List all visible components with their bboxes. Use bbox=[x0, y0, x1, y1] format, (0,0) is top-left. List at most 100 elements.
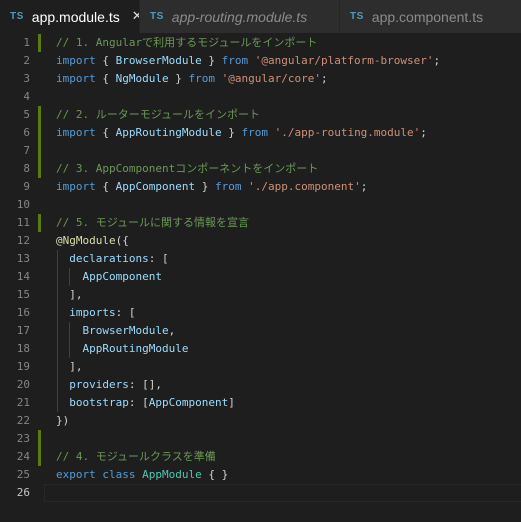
line-number: 10 bbox=[16, 198, 30, 211]
code-line[interactable]: 15 ], bbox=[0, 286, 521, 304]
code-text: export class AppModule { } bbox=[56, 466, 228, 484]
code-token: { bbox=[95, 126, 116, 139]
code-area[interactable]: 1 // 1. Angularで利用するモジュールをインポート 2 import { … bbox=[0, 34, 521, 522]
code-line[interactable]: 17 BrowserModule, bbox=[0, 322, 521, 340]
tab-app-module[interactable]: TS app.module.ts ✕ bbox=[0, 0, 140, 33]
line-number: 12 bbox=[16, 234, 30, 247]
code-line[interactable]: 6 import { AppRoutingModule } from './app… bbox=[0, 124, 521, 142]
code-line[interactable]: 3 import { NgModule } from '@angular/core… bbox=[0, 70, 521, 88]
code-line[interactable]: 12 @NgModule({ bbox=[0, 232, 521, 250]
code-token: { bbox=[95, 180, 116, 193]
code-text: @NgModule({ bbox=[56, 232, 129, 250]
code-text: imports: [ bbox=[56, 304, 135, 322]
line-number: 23 bbox=[16, 432, 30, 445]
code-line[interactable]: 26 bbox=[0, 484, 521, 502]
code-token: // 2. ルーターモジュールをインポート bbox=[56, 108, 260, 121]
git-modified-indicator bbox=[38, 430, 41, 448]
code-line[interactable]: 10 bbox=[0, 196, 521, 214]
code-token: : [ bbox=[148, 252, 169, 265]
line-number: 25 bbox=[16, 468, 30, 481]
code-token: BrowserModule bbox=[82, 324, 169, 337]
line-number: 4 bbox=[23, 90, 30, 103]
code-token: // 1. Angularで利用するモジュールをインポート bbox=[56, 36, 318, 49]
code-text: declarations: [ bbox=[56, 250, 169, 268]
git-modified-indicator bbox=[38, 142, 41, 160]
line-number: 14 bbox=[16, 270, 30, 283]
code-line[interactable]: 8 // 3. AppComponentコンポーネントをインポート bbox=[0, 160, 521, 178]
code-token: AppComponent bbox=[115, 180, 196, 193]
code-token: // 4. モジュールクラスを準備 bbox=[56, 450, 216, 463]
code-token: ] bbox=[228, 396, 235, 409]
code-text: import { AppRoutingModule } from './app-… bbox=[56, 124, 427, 142]
code-token: // 3. AppComponentコンポーネントをインポート bbox=[56, 162, 319, 175]
code-token: ; bbox=[320, 72, 328, 85]
code-line[interactable]: 16 imports: [ bbox=[0, 304, 521, 322]
code-token: ], bbox=[56, 360, 83, 373]
code-token: // 5. モジュールに関する情報を宣言 bbox=[56, 216, 249, 229]
code-line[interactable]: 18 AppRoutingModule bbox=[0, 340, 521, 358]
tab-label: app.module.ts bbox=[31, 8, 120, 25]
line-number: 21 bbox=[16, 396, 30, 409]
code-token: : [], bbox=[128, 378, 162, 391]
code-text: providers: [], bbox=[56, 376, 162, 394]
close-icon[interactable]: ✕ bbox=[132, 9, 139, 24]
code-text: // 2. ルーターモジュールをインポート bbox=[56, 106, 260, 124]
code-line[interactable]: 9 import { AppComponent } from './app.com… bbox=[0, 178, 521, 196]
code-token: { } bbox=[201, 468, 229, 481]
code-token: }) bbox=[56, 414, 70, 427]
tab-label: app.component.ts bbox=[371, 8, 484, 25]
line-number: 1 bbox=[23, 36, 30, 49]
code-line[interactable]: 14 AppComponent bbox=[0, 268, 521, 286]
line-number: 15 bbox=[16, 288, 30, 301]
code-line[interactable]: 23 bbox=[0, 430, 521, 448]
code-editor: TS app.module.ts ✕ TS app-routing.module… bbox=[0, 0, 521, 522]
code-line[interactable]: 19 ], bbox=[0, 358, 521, 376]
typescript-icon: TS bbox=[10, 11, 24, 22]
code-line[interactable]: 11 // 5. モジュールに関する情報を宣言 bbox=[0, 214, 521, 232]
code-line[interactable]: 13 declarations: [ bbox=[0, 250, 521, 268]
git-modified-indicator bbox=[38, 160, 41, 178]
code-text: // 1. Angularで利用するモジュールをインポート bbox=[56, 34, 317, 52]
code-token: ; bbox=[360, 180, 368, 193]
code-line[interactable]: 24 // 4. モジュールクラスを準備 bbox=[0, 448, 521, 466]
code-line[interactable]: 4 bbox=[0, 88, 521, 106]
line-number: 16 bbox=[16, 306, 30, 319]
line-number: 20 bbox=[16, 378, 30, 391]
code-text: ], bbox=[56, 286, 82, 304]
code-token: import bbox=[56, 54, 96, 67]
line-number: 19 bbox=[16, 360, 30, 373]
tab-app-routing-module[interactable]: TS app-routing.module.ts bbox=[140, 0, 340, 33]
code-line[interactable]: 21 bootstrap: [AppComponent] bbox=[0, 394, 521, 412]
tab-app-component[interactable]: TS app.component.ts bbox=[340, 0, 521, 33]
code-token: import bbox=[56, 180, 96, 193]
line-number: 17 bbox=[16, 324, 30, 337]
code-token: { bbox=[95, 54, 116, 67]
code-line[interactable]: 25 export class AppModule { } bbox=[0, 466, 521, 484]
code-token: AppComponent bbox=[82, 270, 162, 283]
code-line[interactable]: 1 // 1. Angularで利用するモジュールをインポート bbox=[0, 34, 521, 52]
code-token: class bbox=[102, 468, 136, 481]
code-text: AppRoutingModule bbox=[56, 340, 189, 358]
code-line[interactable]: 5 // 2. ルーターモジュールをインポート bbox=[0, 106, 521, 124]
git-modified-indicator bbox=[38, 448, 41, 466]
code-token: : [ bbox=[128, 396, 149, 409]
git-modified-indicator bbox=[38, 106, 41, 124]
code-token: NgModule bbox=[115, 72, 169, 85]
code-line[interactable]: 22}) bbox=[0, 412, 521, 430]
code-text: // 5. モジュールに関する情報を宣言 bbox=[56, 214, 249, 232]
code-text: // 3. AppComponentコンポーネントをインポート bbox=[56, 160, 318, 178]
code-line[interactable]: 7 bbox=[0, 142, 521, 160]
code-line[interactable]: 20 providers: [], bbox=[0, 376, 521, 394]
code-line[interactable]: 2 import { BrowserModule } from '@angular… bbox=[0, 52, 521, 70]
code-token: ; bbox=[420, 126, 427, 139]
tab-label: app-routing.module.ts bbox=[171, 8, 308, 25]
code-token: } bbox=[201, 54, 222, 67]
code-token: AppComponent bbox=[148, 396, 229, 409]
code-token: export bbox=[56, 468, 96, 481]
code-token: } bbox=[195, 180, 215, 193]
